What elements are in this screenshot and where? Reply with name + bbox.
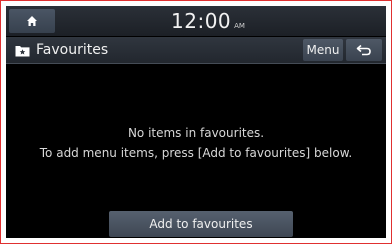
page-title: Favourites bbox=[36, 42, 109, 58]
home-button[interactable] bbox=[9, 9, 55, 33]
status-bar: 12:00 AM bbox=[6, 6, 386, 36]
add-to-favourites-button[interactable]: Add to favourites bbox=[109, 211, 293, 237]
title-bar: Favourites Menu bbox=[6, 37, 386, 64]
clock-time: 12:00 bbox=[171, 9, 232, 33]
favourites-folder-icon bbox=[14, 42, 30, 58]
home-icon bbox=[26, 12, 38, 31]
screenshot-frame: 12:00 AM Favourites Menu No items in fav… bbox=[0, 0, 392, 244]
back-button[interactable] bbox=[346, 39, 382, 61]
clock-ampm: AM bbox=[234, 22, 245, 30]
back-arrow-icon bbox=[356, 41, 372, 60]
menu-button[interactable]: Menu bbox=[303, 39, 343, 61]
clock: 12:00 AM bbox=[171, 8, 245, 34]
empty-state-line-2: To add menu items, press [Add to favouri… bbox=[39, 146, 353, 160]
empty-state-line-1: No items in favourites. bbox=[127, 126, 265, 140]
head-unit-screen: 12:00 AM Favourites Menu No items in fav… bbox=[6, 6, 386, 238]
empty-state-message: No items in favourites. To add menu item… bbox=[6, 123, 386, 163]
